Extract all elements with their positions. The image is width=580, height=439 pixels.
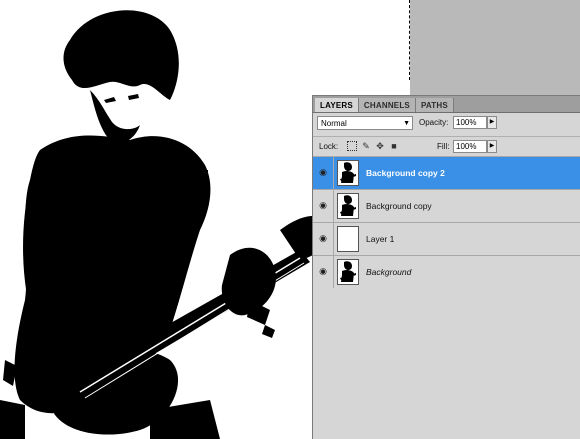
tab-paths[interactable]: PATHS xyxy=(415,98,454,112)
panel-tabs: LAYERS CHANNELS PATHS xyxy=(313,96,580,113)
tab-channels[interactable]: CHANNELS xyxy=(358,98,416,112)
eye-icon[interactable]: ◉ xyxy=(316,265,330,277)
blend-row: Normal ▼ Opacity: 100% ▶ xyxy=(313,114,580,136)
lock-row: Lock: ✎ ✥ ■ Fill: 100% ▶ xyxy=(313,136,580,157)
layer-row[interactable]: ◉ Background copy xyxy=(313,189,580,222)
blend-mode-value: Normal xyxy=(321,119,347,128)
opacity-input[interactable]: 100% xyxy=(453,116,487,129)
fill-slider-toggle[interactable]: ▶ xyxy=(487,140,497,153)
layer-name: Layer 1 xyxy=(366,234,395,244)
lock-image-pixels-icon[interactable]: ✎ xyxy=(361,141,371,151)
lock-position-icon[interactable]: ✥ xyxy=(375,141,385,151)
eye-icon[interactable]: ◉ xyxy=(316,166,330,178)
layers-panel: LAYERS CHANNELS PATHS Normal ▼ Opacity: … xyxy=(312,95,580,439)
chevron-down-icon: ▼ xyxy=(403,120,410,127)
eye-icon[interactable]: ◉ xyxy=(316,232,330,244)
layer-thumbnail-blank xyxy=(337,226,359,252)
fill-label: Fill: xyxy=(437,142,450,151)
layer-row[interactable]: ◉ Background copy 2 xyxy=(313,156,580,189)
lock-transparent-pixels-icon[interactable] xyxy=(347,141,357,151)
tab-layers[interactable]: LAYERS xyxy=(315,98,359,112)
layer-thumbnail xyxy=(337,160,359,186)
eye-icon[interactable]: ◉ xyxy=(316,199,330,211)
blend-mode-select[interactable]: Normal ▼ xyxy=(317,116,413,130)
layer-name: Background copy xyxy=(366,201,432,211)
layer-thumbnail xyxy=(337,259,359,285)
layer-name: Background xyxy=(366,267,412,277)
layer-name: Background copy 2 xyxy=(366,168,445,178)
layer-row[interactable]: ◉ Background xyxy=(313,255,580,288)
opacity-label: Opacity: xyxy=(419,118,449,127)
layer-thumbnail xyxy=(337,193,359,219)
lock-label: Lock: xyxy=(319,142,339,151)
layer-list: ◉ Background copy 2 ◉ Background copy ◉ … xyxy=(313,156,580,288)
layer-row[interactable]: ◉ Layer 1 xyxy=(313,222,580,255)
opacity-slider-toggle[interactable]: ▶ xyxy=(487,116,497,129)
lock-all-icon[interactable]: ■ xyxy=(389,141,399,151)
marquee-selection-edge xyxy=(409,0,410,80)
fill-input[interactable]: 100% xyxy=(453,140,487,153)
